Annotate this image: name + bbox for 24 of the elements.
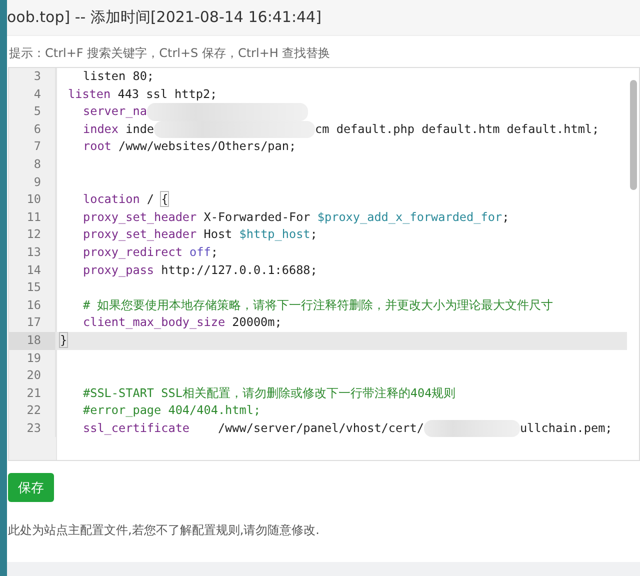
code-line: location / { [82, 191, 170, 208]
code-line: #error_page 404/404.html; [82, 402, 262, 420]
code-line: proxy_set_header X-Forwarded-For $proxy_add_x_forwarded_for; [82, 208, 510, 226]
shortcut-hint: 提示：Ctrl+F 搜索关键字，Ctrl+S 保存，Ctrl+H 查找替换 [8, 45, 332, 62]
config-warning: 此处为站点主配置文件,若您不了解配置规则,请勿随意修改. [7, 522, 320, 539]
code-line: } [59, 332, 68, 349]
code-line: index inde cm default.php default.htm default.html; [56, 120, 627, 138]
code-line: listen 443 ssl http2; [67, 86, 218, 103]
code-line: # 如果您要使用本地存储策略，请将下一行注释符删除，并更改大小为理论最大文件尺寸 [82, 296, 554, 314]
code-line: proxy_redirect off; [82, 244, 219, 261]
code-line: listen 80; [82, 68, 156, 85]
save-button[interactable]: 保存 [8, 473, 54, 502]
line-number: 18 [9, 332, 56, 350]
code-line: ssl_certificate /www/server/panel/vhost/cert/ ullchain.pem; [56, 420, 627, 438]
code-line: client_max_body_size 20000m; [82, 314, 283, 332]
code-line: proxy_set_header Host $http_host; [82, 226, 318, 244]
code-line: #SSL-START SSL相关配置，请勿删除或修改下一行带注释的404规则 [82, 384, 457, 402]
line-number: 19 [9, 350, 56, 368]
window-title: oob.top] -- 添加时间[2021-08-14 16:41:44] [7, 8, 322, 27]
code-line: root /www/websites/Others/pan; [82, 138, 298, 156]
code-line: server_na [56, 103, 627, 121]
scrollbar-thumb[interactable] [630, 80, 637, 190]
code-editor[interactable] [8, 67, 640, 461]
code-line: proxy_pass http://127.0.0.1:6688; [82, 262, 318, 279]
